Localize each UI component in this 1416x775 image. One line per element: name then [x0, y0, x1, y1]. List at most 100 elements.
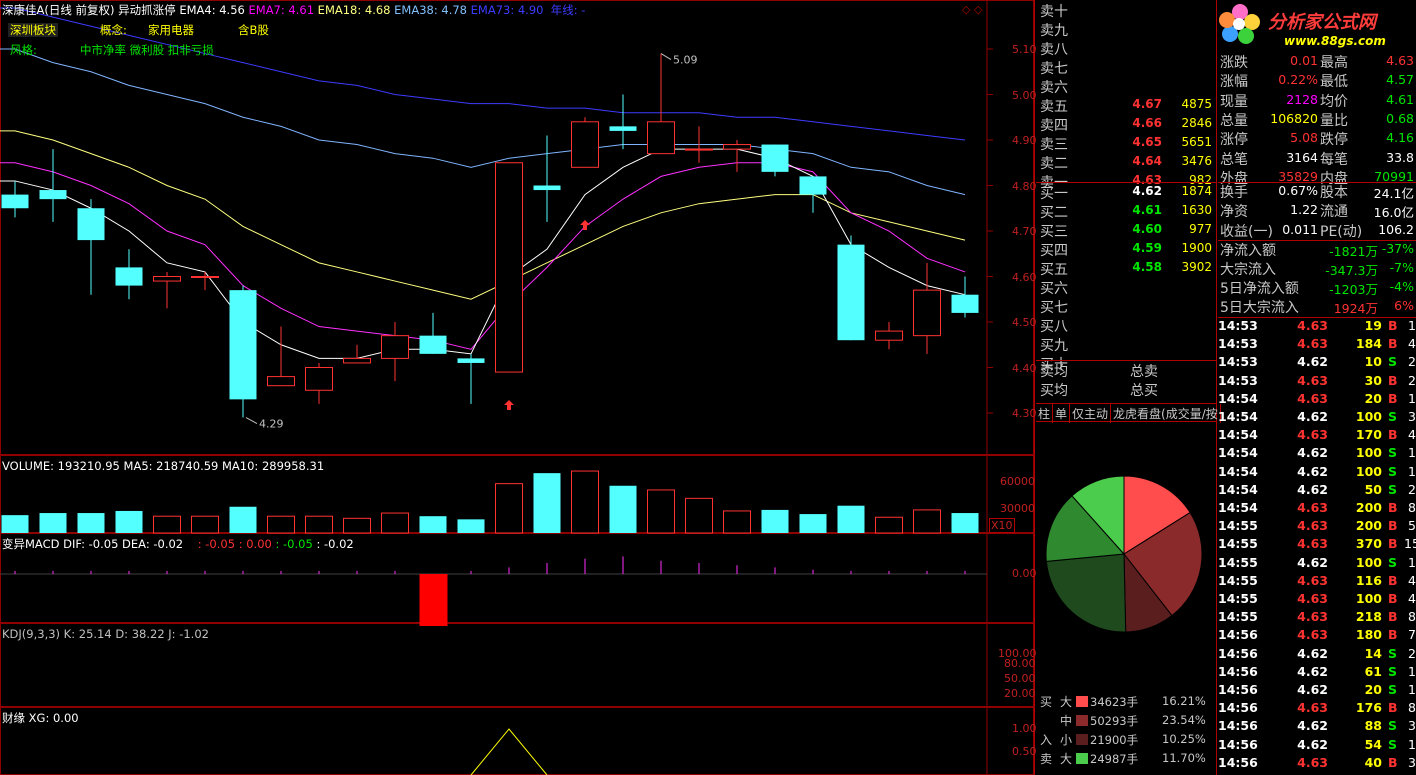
legend-percent: 23.54%	[1162, 713, 1206, 727]
tick-row[interactable]: 14:54 4.62 50 S 2	[1218, 482, 1416, 500]
tick-row[interactable]: 14:55 4.63 218 B 8	[1218, 609, 1416, 627]
tick-time: 14:54	[1218, 390, 1258, 406]
buy-level-name: 买三	[1040, 224, 1068, 240]
buy-level-row[interactable]: 买七	[1036, 297, 1216, 316]
tab-active-only[interactable]: 仅主动	[1070, 404, 1112, 423]
sell-level-row[interactable]: 卖四 4.66 2846	[1036, 115, 1216, 134]
candle-body	[799, 176, 827, 195]
tick-volume: 20	[1364, 390, 1382, 406]
tick-row[interactable]: 14:54 4.62 100 S 1	[1218, 445, 1416, 463]
tick-side: B	[1388, 572, 1398, 588]
flow-label: 大宗流入	[1220, 262, 1276, 278]
tick-count: 3	[1408, 754, 1416, 770]
buy-level-row[interactable]: 买二 4.61 1630	[1036, 202, 1216, 221]
buy-level-row[interactable]: 买四 4.59 1900	[1036, 240, 1216, 259]
tab-single[interactable]: 单	[1053, 404, 1071, 423]
tick-row[interactable]: 14:54 4.62 100 S 1	[1218, 464, 1416, 482]
tick-row[interactable]: 14:55 4.62 100 S 1	[1218, 555, 1416, 573]
volume-bar	[115, 510, 143, 533]
buy-level-row[interactable]: 买九	[1036, 335, 1216, 354]
concept-value[interactable]: 家用电器	[148, 22, 194, 38]
tick-side: S	[1388, 554, 1398, 570]
board-label[interactable]: 含B股	[238, 22, 269, 38]
kline-chart-area[interactable]: 5.09 4.29 深康佳A(日线 前复权) 异动抓涨停 EMA4: 4.56 E…	[0, 0, 1037, 775]
tick-row[interactable]: 14:56 4.62 88 S 3	[1218, 718, 1416, 736]
buy-level-row[interactable]: 买六	[1036, 278, 1216, 297]
tick-row[interactable]: 14:55 4.63 116 B 4	[1218, 573, 1416, 591]
buy-level-row[interactable]: 买一 4.62 1874	[1036, 183, 1216, 202]
volume-label: VOLUME: 193210.95 MA5: 218740.59 MA10: 2…	[2, 459, 325, 473]
tab-bar[interactable]: 柱	[1036, 404, 1054, 423]
sell-level-price: 4.64	[1132, 154, 1162, 168]
sell-level-name: 卖十	[1040, 4, 1068, 20]
legend-volume: 34623手	[1090, 695, 1139, 709]
sell-level-name: 卖五	[1040, 99, 1068, 115]
tick-row[interactable]: 14:53 4.62 10 S 2	[1218, 354, 1416, 372]
tick-row[interactable]: 14:56 4.63 40 B 3	[1218, 755, 1416, 773]
pie-legend-row: 买大 34623手 16.21%	[1036, 693, 1216, 711]
sell-level-row[interactable]: 卖六	[1036, 77, 1216, 96]
tick-volume: 176	[1355, 700, 1382, 716]
tick-side: B	[1388, 500, 1398, 515]
buy-level-volume: 3902	[1181, 260, 1212, 274]
sector-tag[interactable]: 深圳板块	[8, 23, 58, 37]
tick-row[interactable]: 14:55 4.63 100 B 4	[1218, 591, 1416, 609]
buy-level-row[interactable]: 买三 4.60 977	[1036, 221, 1216, 240]
tick-row[interactable]: 14:54 4.63 170 B 4	[1218, 427, 1416, 445]
tick-row[interactable]: 14:54 4.63 20 B 1	[1218, 391, 1416, 409]
quote-label: 涨停	[1220, 132, 1248, 149]
tick-count: 1	[1408, 318, 1416, 333]
tick-row[interactable]: 14:54 4.63 200 B 8	[1218, 500, 1416, 518]
period-label[interactable]: (日线 前复权)	[44, 3, 114, 17]
quote-value: 4.16	[1386, 130, 1414, 146]
buy-level-row[interactable]: 买八	[1036, 316, 1216, 335]
tick-row[interactable]: 14:56 4.63 176 B 8	[1218, 700, 1416, 718]
tick-row[interactable]: 14:55 4.63 370 B 15	[1218, 536, 1416, 554]
sell-level-row[interactable]: 卖二 4.64 3476	[1036, 153, 1216, 172]
tick-row[interactable]: 14:56 4.62 61 S 1	[1218, 664, 1416, 682]
style-label: 风格:	[10, 43, 37, 57]
buy-signal-arrow-icon	[504, 400, 514, 410]
tick-row[interactable]: 14:53 4.63 19 B 1	[1218, 318, 1416, 336]
tick-row[interactable]: 14:56 4.62 14 S 2	[1218, 646, 1416, 664]
tick-row[interactable]: 14:53 4.63 184 B 4	[1218, 336, 1416, 354]
tab-dragon-tiger[interactable]: 龙虎看盘(成交量/按	[1111, 404, 1221, 423]
chart-header: 深康佳A(日线 前复权) 异动抓涨停 EMA4: 4.56 EMA7: 4.61…	[2, 2, 585, 18]
candle-body	[381, 335, 409, 359]
kline-chart-svg[interactable]: 5.09 4.29	[0, 0, 1035, 775]
volume-bar	[951, 513, 979, 533]
tick-side: B	[1388, 536, 1398, 552]
legend-size: 小	[1060, 733, 1073, 747]
buy-level-name: 买二	[1040, 205, 1068, 221]
volume-bar	[191, 515, 219, 534]
tick-row[interactable]: 14:56 4.62 54 S 1	[1218, 737, 1416, 755]
tick-price: 4.63	[1297, 372, 1328, 388]
sell-level-row[interactable]: 卖十	[1036, 1, 1216, 20]
tick-time: 14:54	[1218, 445, 1258, 461]
flow-value: -1203万	[1329, 282, 1378, 297]
sell-level-row[interactable]: 卖八	[1036, 39, 1216, 58]
buy-level-row[interactable]: 买五 4.58 3902	[1036, 259, 1216, 278]
sell-level-row[interactable]: 卖三 4.65 5651	[1036, 134, 1216, 153]
macd-label-row: 变异MACD DIF: -0.05 DEA: -0.02 : -0.05 : 0…	[2, 536, 354, 552]
tick-row[interactable]: 14:53 4.63 30 B 2	[1218, 373, 1416, 391]
tick-row[interactable]: 14:56 4.62 20 S 1	[1218, 682, 1416, 700]
indicator-name[interactable]: 异动抓涨停	[118, 3, 176, 17]
macd-extra-red1: : -0.05	[197, 537, 236, 551]
quote-label: 换手	[1220, 185, 1248, 201]
volume-bar	[77, 513, 105, 533]
tick-row[interactable]: 14:56 4.63 180 B 7	[1218, 627, 1416, 645]
tick-volume: 180	[1355, 627, 1382, 643]
volume-bar	[913, 509, 941, 534]
sell-level-row[interactable]: 卖九	[1036, 20, 1216, 39]
tick-row[interactable]: 14:54 4.62 100 S 3	[1218, 409, 1416, 427]
tick-row[interactable]: 14:55 4.63 200 B 5	[1218, 518, 1416, 536]
quote-label: 最高	[1320, 55, 1348, 71]
tick-side: B	[1388, 336, 1398, 352]
tick-price: 4.62	[1297, 736, 1328, 752]
sell-level-row[interactable]: 卖五 4.67 4875	[1036, 96, 1216, 115]
sell-level-row[interactable]: 卖七	[1036, 58, 1216, 77]
cai-label: 财缘 XG: 0.00	[2, 711, 79, 725]
window-controls[interactable]: ◇ ◇	[962, 3, 982, 16]
volume-bar	[647, 489, 675, 534]
